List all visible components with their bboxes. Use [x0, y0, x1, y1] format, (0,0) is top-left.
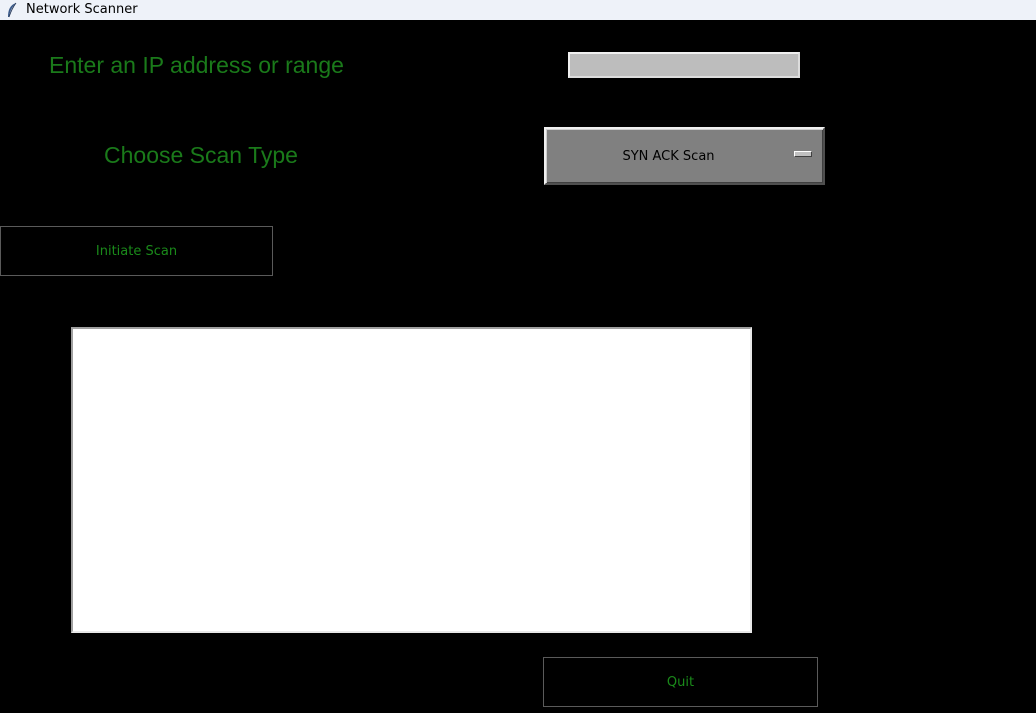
initiate-scan-button[interactable]: Initiate Scan [0, 226, 273, 276]
main-panel: Enter an IP address or range Choose Scan… [0, 20, 1036, 713]
feather-icon [6, 2, 18, 18]
window-title: Network Scanner [26, 2, 138, 17]
ip-address-input[interactable] [568, 52, 800, 78]
scan-output-textarea[interactable] [71, 327, 752, 633]
scan-type-selected-value: SYN ACK Scan [622, 148, 715, 164]
scan-type-dropdown[interactable]: SYN ACK Scan [544, 127, 825, 185]
quit-button[interactable]: Quit [543, 657, 818, 707]
ip-address-label: Enter an IP address or range [49, 52, 344, 78]
scan-type-label: Choose Scan Type [104, 142, 298, 168]
window-titlebar: Network Scanner [0, 0, 1036, 20]
dropdown-indicator-icon [794, 151, 812, 157]
